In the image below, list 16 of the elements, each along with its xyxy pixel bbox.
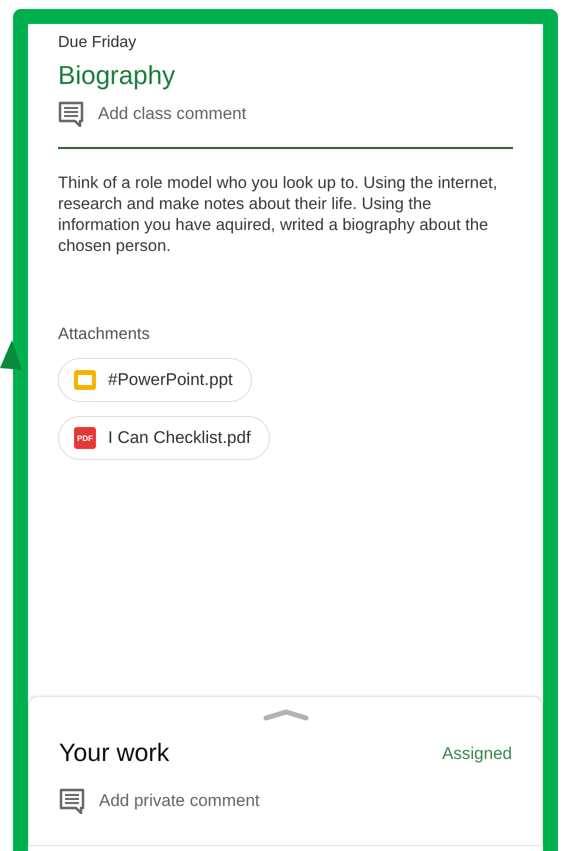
status-label: Assigned xyxy=(442,744,512,764)
due-date: Due Friday xyxy=(58,34,136,52)
class-comment-button[interactable]: Add class comment xyxy=(58,101,246,127)
your-work-title: Your work xyxy=(59,739,170,768)
expand-handle-icon[interactable] xyxy=(262,709,308,721)
private-comment-button[interactable]: Add private comment xyxy=(59,788,260,814)
pointer-arrow xyxy=(0,340,22,370)
pdf-icon: PDF xyxy=(74,427,96,449)
attachments-heading: Attachments xyxy=(58,325,150,344)
attachment-chip[interactable]: PDF I Can Checklist.pdf xyxy=(58,416,270,460)
slides-icon xyxy=(74,370,96,390)
assignment-title: Biography xyxy=(58,60,176,91)
attachment-chip[interactable]: #PowerPoint.ppt xyxy=(58,358,252,402)
comment-icon xyxy=(58,101,84,127)
comment-icon xyxy=(59,788,85,814)
instructions-text: Think of a role model who you look up to. Using the internet, research and make notes about their life. Using the information you have aquired, writed a biography about the chosen person. xyxy=(58,173,498,257)
